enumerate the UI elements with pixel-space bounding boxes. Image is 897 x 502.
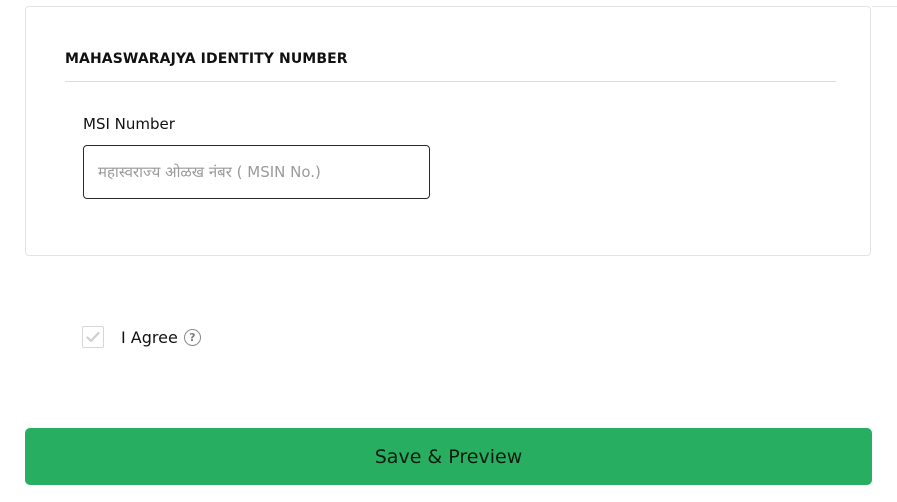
page: MAHASWARAJYA IDENTITY NUMBER MSI Number … bbox=[0, 0, 897, 502]
save-preview-button[interactable]: Save & Preview bbox=[25, 428, 872, 485]
msi-number-label: MSI Number bbox=[83, 115, 175, 133]
agree-checkbox[interactable] bbox=[82, 326, 104, 348]
section-title: MAHASWARAJYA IDENTITY NUMBER bbox=[65, 51, 348, 67]
question-circle-icon[interactable]: ? bbox=[183, 328, 201, 346]
adjacent-panel-edge bbox=[872, 6, 897, 11]
check-icon bbox=[86, 331, 100, 343]
agree-label: I Agree bbox=[121, 327, 178, 347]
agree-row: I Agree ? bbox=[82, 324, 201, 350]
msi-section-card: MAHASWARAJYA IDENTITY NUMBER MSI Number bbox=[25, 6, 871, 256]
section-divider bbox=[65, 81, 836, 82]
msi-number-input[interactable] bbox=[83, 145, 430, 199]
